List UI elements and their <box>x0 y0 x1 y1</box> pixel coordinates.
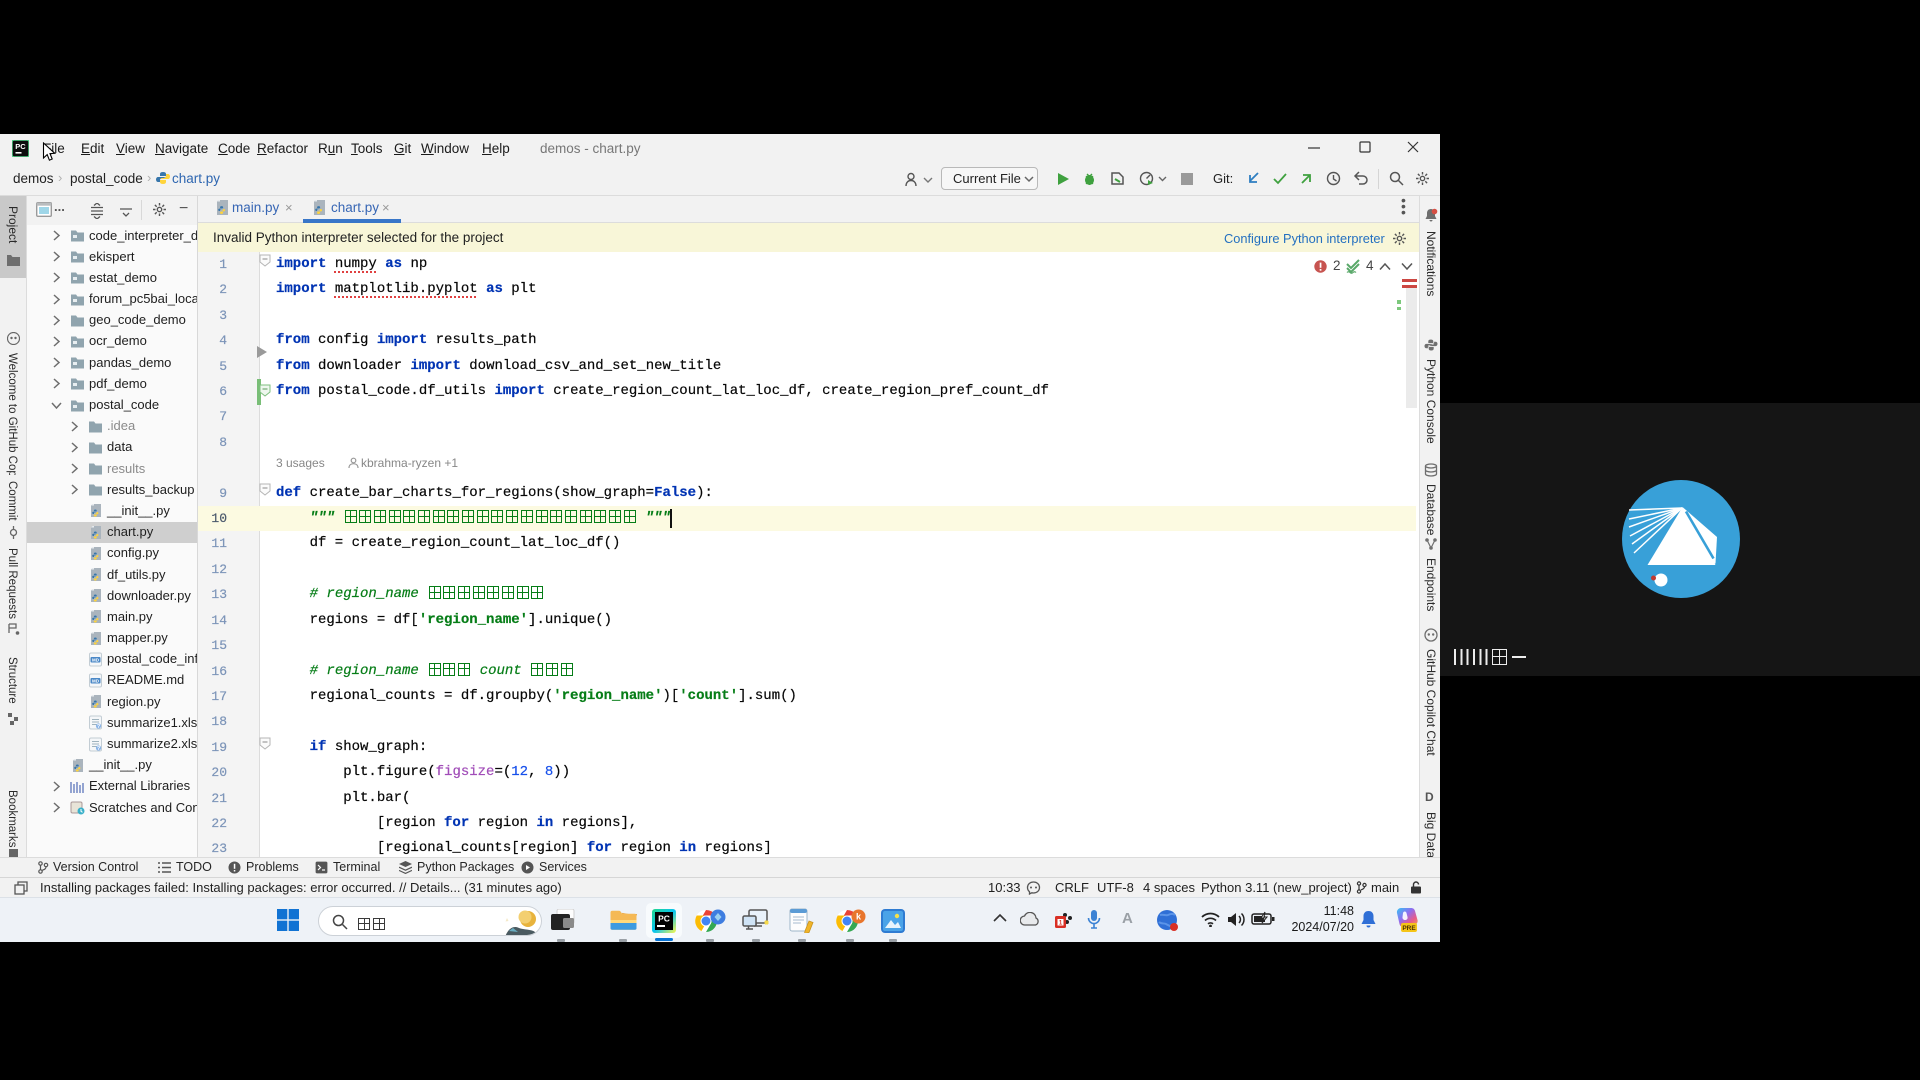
svg-text:PRE: PRE <box>1402 925 1416 932</box>
svg-text:PC: PC <box>658 914 670 924</box>
